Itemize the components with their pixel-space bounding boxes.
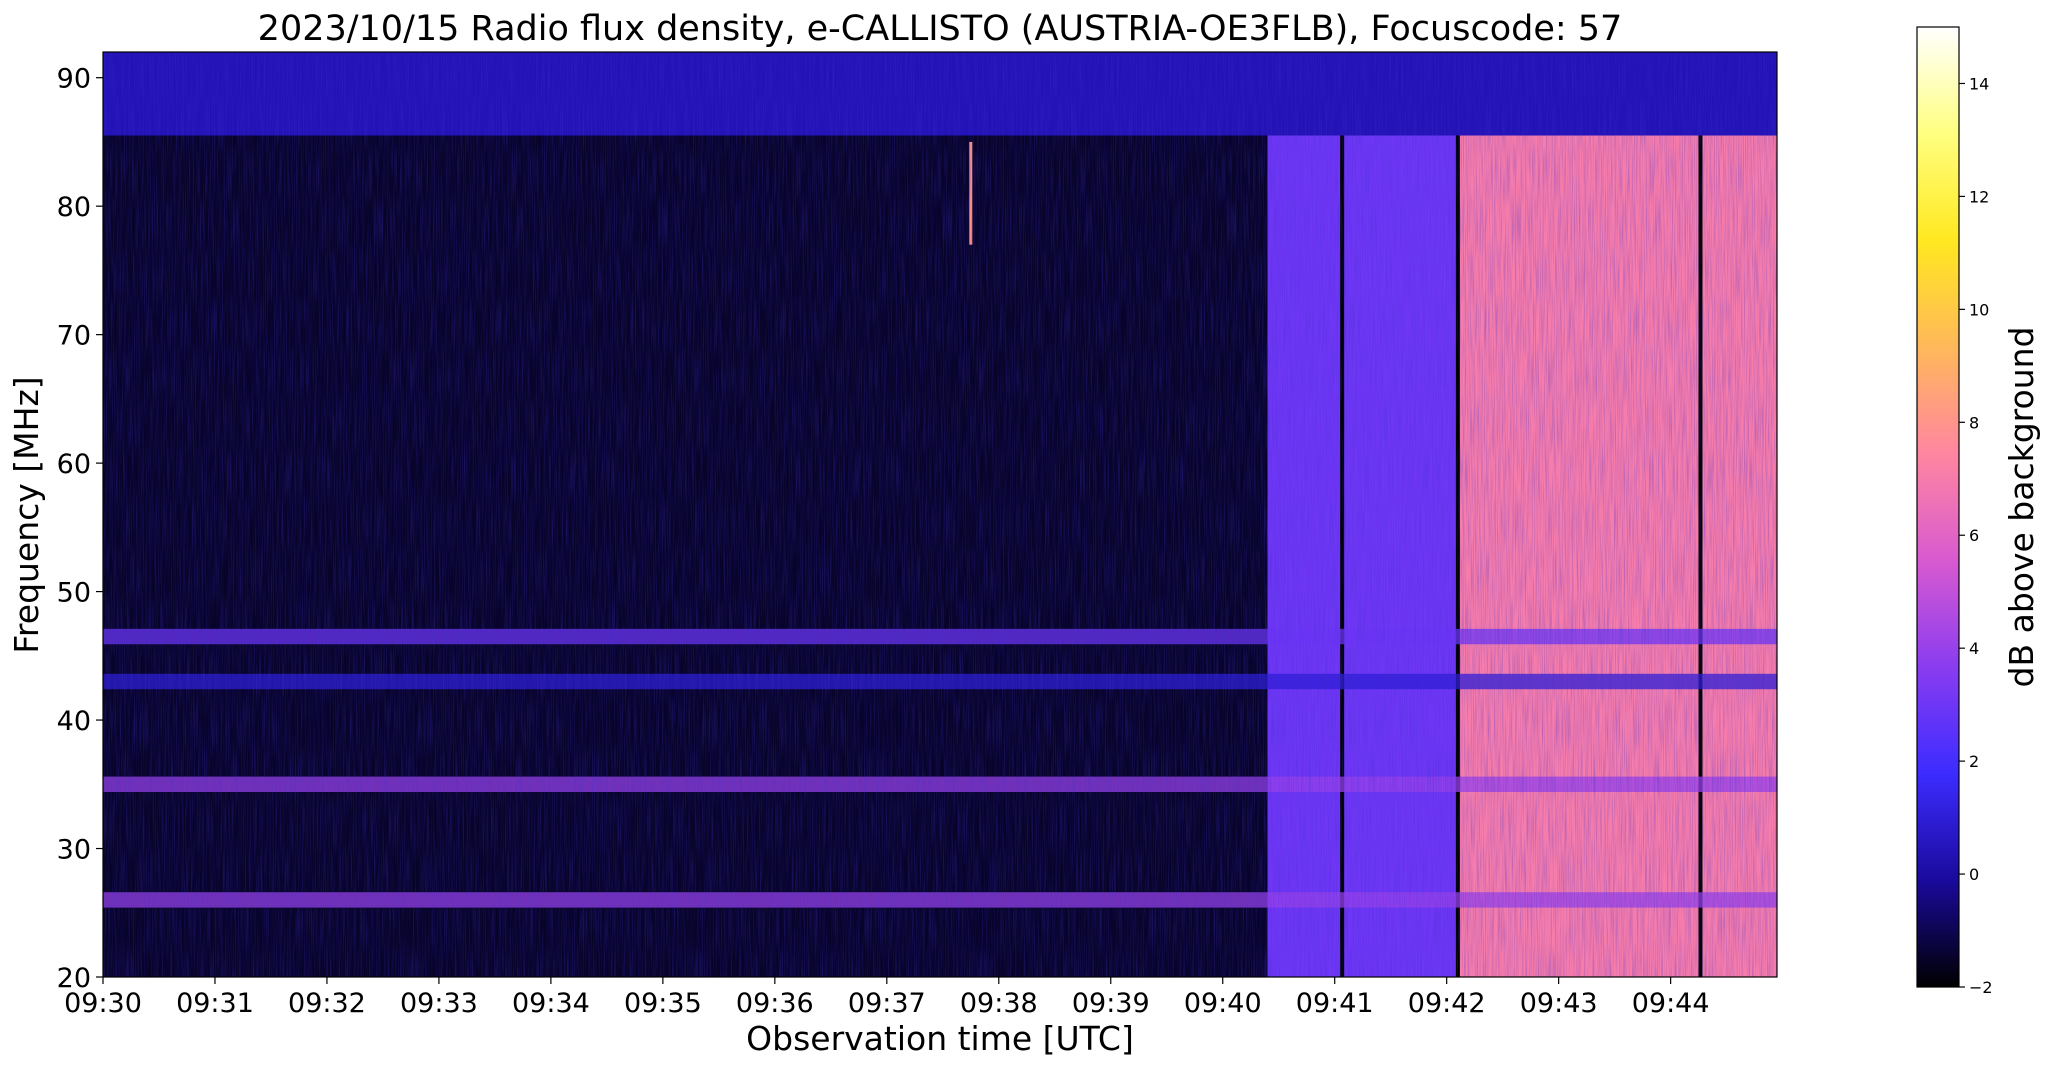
x-tick-label: 09:42 (1408, 988, 1486, 1019)
x-tick-label: 09:40 (1184, 988, 1262, 1019)
y-tick-label: 80 (57, 192, 91, 223)
plot-area (103, 52, 1777, 977)
x-tick-label: 09:44 (1632, 988, 1710, 1019)
y-tick-label: 90 (57, 64, 91, 95)
y-tick-label: 60 (57, 449, 91, 480)
colorbar-tick-label: −2 (1969, 978, 1993, 997)
chart-title: 2023/10/15 Radio flux density, e-CALLIST… (258, 9, 1623, 49)
x-tick-label: 09:34 (512, 988, 590, 1019)
colorbar-label: dB above background (2002, 327, 2041, 688)
x-tick-label: 09:41 (1296, 988, 1374, 1019)
colorbar-tick-label: 8 (1969, 413, 1979, 432)
colorbar (1916, 26, 1960, 988)
y-axis-label: Frequency [MHz] (7, 376, 46, 653)
colorbar-tick-label: 12 (1969, 187, 1989, 206)
colorbar-tick-label: 2 (1969, 752, 1979, 771)
y-tick-label: 40 (57, 706, 91, 737)
y-tick-label: 70 (57, 321, 91, 352)
x-tick-label: 09:36 (736, 988, 814, 1019)
spectrogram-chart: 2023/10/15 Radio flux density, e-CALLIST… (7, 9, 2041, 1058)
colorbar-tick-label: 6 (1969, 526, 1979, 545)
x-tick-label: 09:31 (176, 988, 254, 1019)
colorbar-ticks: −2 0 2 4 6 8 10 12 14 (1959, 74, 1993, 997)
x-tick-label: 09:35 (624, 988, 702, 1019)
colorbar-tick-label: 4 (1969, 639, 1979, 658)
x-tick-label: 09:37 (848, 988, 926, 1019)
x-tick-label: 09:39 (1072, 988, 1150, 1019)
y-tick-label: 30 (57, 835, 91, 866)
x-tick-label: 09:43 (1520, 988, 1598, 1019)
y-tick-label: 20 (57, 963, 91, 994)
x-tick-label: 09:32 (288, 988, 366, 1019)
x-axis-label: Observation time [UTC] (746, 1019, 1134, 1058)
x-axis-ticks: 09:30 09:31 09:32 09:33 09:34 09:35 09:36 09:37… (64, 977, 1710, 1019)
x-tick-label: 09:33 (400, 988, 478, 1019)
colorbar-tick-label: 0 (1969, 865, 1979, 884)
y-tick-label: 50 (57, 578, 91, 609)
colorbar-tick-label: 10 (1969, 300, 1989, 319)
noise-texture (103, 52, 1777, 977)
x-tick-label: 09:38 (960, 988, 1038, 1019)
colorbar-tick-label: 14 (1969, 74, 1989, 93)
y-axis-ticks: 20 30 40 50 60 70 80 90 (57, 64, 103, 994)
